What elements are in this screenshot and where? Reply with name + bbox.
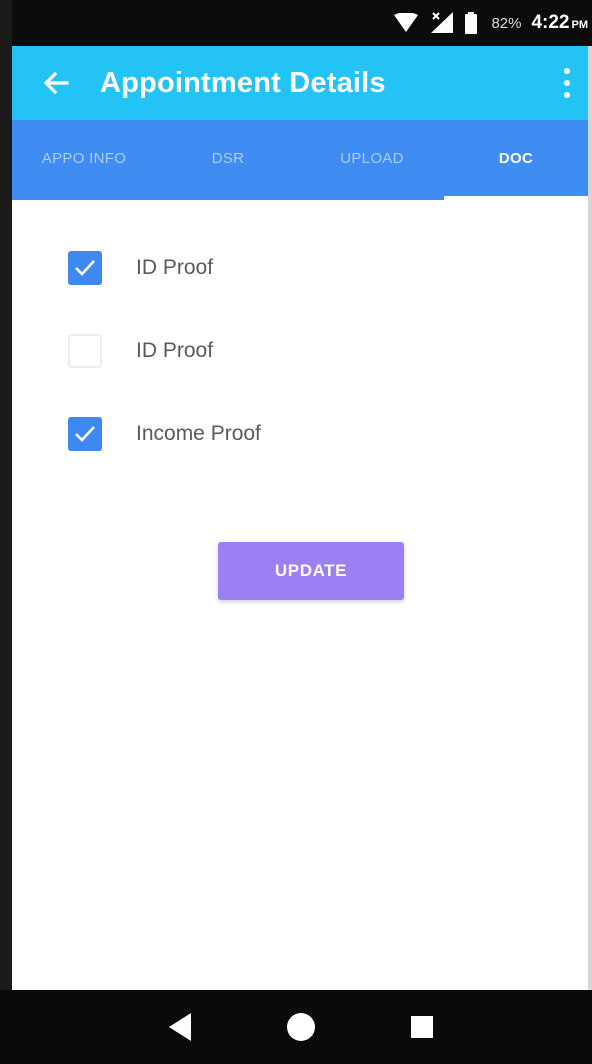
status-bar: 82% 4:22 PM [12, 0, 592, 46]
checklist-label: ID Proof [136, 256, 214, 279]
page-title: Appointment Details [100, 66, 386, 99]
update-button[interactable]: UPDATE [218, 542, 404, 600]
tab-bar: APPO INFO DSR UPLOAD DOC [12, 120, 588, 200]
tab-appo-info[interactable]: APPO INFO [12, 120, 156, 200]
nav-home-icon[interactable] [277, 1003, 325, 1051]
battery-percentage: 82% [491, 14, 522, 32]
device-frame-edge-right [588, 0, 592, 1064]
checklist-item-id-proof[interactable]: ID Proof [68, 251, 213, 285]
cellular-signal-icon [429, 12, 455, 34]
doc-content: ID Proof ID Proof Income Proof UPDATE [12, 200, 588, 990]
checklist-label: Income Proof [136, 422, 261, 445]
tab-dsr[interactable]: DSR [156, 120, 300, 200]
checklist-item-income-proof[interactable]: Income Proof [68, 417, 261, 451]
nav-recents-icon[interactable] [398, 1003, 446, 1051]
checkbox-unchecked[interactable] [68, 334, 102, 368]
wifi-icon [393, 13, 419, 33]
tab-upload[interactable]: UPLOAD [300, 120, 444, 200]
checkbox-checked[interactable] [68, 417, 102, 451]
phone-screen: 82% 4:22 PM Appointment Details APPO INFO… [0, 0, 592, 1064]
checkmark-icon [75, 260, 95, 276]
checkbox-checked[interactable] [68, 251, 102, 285]
checkmark-icon [75, 426, 95, 442]
battery-icon [465, 12, 478, 34]
clock: 4:22 PM [531, 12, 588, 34]
checklist-label: ID Proof [136, 339, 214, 362]
back-arrow-icon[interactable] [26, 46, 86, 120]
app-bar: Appointment Details [12, 46, 588, 120]
device-frame-edge [0, 0, 12, 1064]
status-icons: 82% 4:22 PM [393, 12, 588, 34]
clock-ampm: PM [571, 19, 589, 31]
system-nav-bar [0, 990, 592, 1064]
clock-time: 4:22 [531, 12, 570, 33]
overflow-menu-icon[interactable] [560, 68, 574, 98]
checklist-item-id-proof-2[interactable]: ID Proof [68, 334, 213, 368]
tab-doc[interactable]: DOC [444, 120, 588, 200]
nav-back-icon[interactable] [156, 1003, 204, 1051]
